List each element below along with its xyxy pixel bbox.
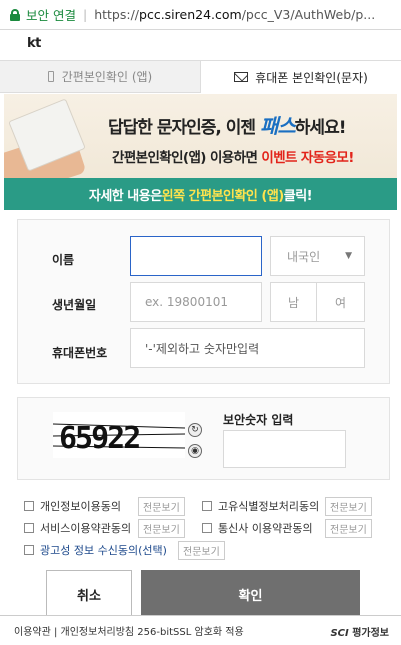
captcha-section: 65922 ↻ ◉ 보안숫자 입력 (17, 397, 390, 480)
footer: 이용약관 | 개인정보처리방침 256-bitSSL 암호화 적용 SCI 평가… (0, 615, 401, 645)
agree-privacy-checkbox[interactable]: 개인정보이용동의 (24, 498, 121, 514)
phone-input[interactable]: '-'제외하고 숫자만입력 (130, 328, 365, 368)
tab-sms-auth-label: 휴대폰 본인확인(문자) (255, 70, 368, 85)
birth-input[interactable]: ex. 19800101 (130, 282, 262, 322)
checkbox-box[interactable] (202, 501, 212, 511)
lock-icon (10, 8, 20, 21)
agree-service-view-button[interactable]: 전문보기 (138, 519, 185, 538)
captcha-image: 65922 (53, 412, 185, 458)
sci-logo: SCI 평가정보 (330, 628, 389, 639)
birth-label: 생년월일 (52, 298, 97, 312)
checkbox-box[interactable] (24, 545, 34, 555)
identity-form: 이름 내국인 ▼ 생년월일 ex. 19800101 남 여 휴대폰번호 '-'… (17, 219, 390, 384)
banner-line3: 자세한 내용은 왼쪽 간편본인확인 (앱) 클릭! (4, 178, 397, 210)
nationality-select[interactable]: 내국인 ▼ (270, 236, 365, 276)
agree-carrier-checkbox[interactable]: 통신사 이용약관동의 (202, 520, 313, 536)
address-separator: | (82, 7, 88, 22)
promo-banner[interactable]: 답답한 문자인증, 이젠 패스하세요! 간편본인확인(앱) 이용하면 이벤트 자… (4, 94, 397, 210)
agree-unique-id-view-button[interactable]: 전문보기 (325, 497, 372, 516)
tab-sms-auth[interactable]: 휴대폰 본인확인(문자) (200, 60, 401, 93)
kt-logo: kt (27, 36, 41, 51)
captcha-code: 65922 (59, 421, 141, 456)
nationality-value: 내국인 (287, 249, 321, 264)
agree-unique-id-checkbox[interactable]: 고유식별정보처리동의 (202, 498, 319, 514)
captcha-label: 보안숫자 입력 (223, 413, 294, 427)
gender-male-label: 남 (287, 295, 300, 310)
checkbox-box[interactable] (24, 501, 34, 511)
chevron-down-icon: ▼ (345, 251, 352, 261)
agree-marketing-label: 광고성 정보 수신동의(선택) (40, 544, 167, 557)
phone-label: 휴대폰번호 (52, 346, 108, 360)
agree-marketing-checkbox[interactable]: 광고성 정보 수신동의(선택) (24, 542, 167, 558)
cancel-button[interactable]: 취소 (46, 570, 132, 618)
name-label: 이름 (52, 253, 75, 267)
auth-tabs: 간편본인확인 (앱) 휴대폰 본인확인(문자) (0, 60, 401, 93)
agree-marketing-view-button[interactable]: 전문보기 (178, 541, 225, 560)
tab-app-auth-label: 간편본인확인 (앱) (61, 70, 153, 84)
agree-privacy-label: 개인정보이용동의 (40, 500, 121, 513)
envelope-icon (234, 72, 249, 82)
agree-service-label: 서비스이용약관동의 (40, 522, 132, 535)
agree-carrier-view-button[interactable]: 전문보기 (325, 519, 372, 538)
phone-icon (47, 71, 54, 82)
checkbox-box[interactable] (202, 523, 212, 533)
agree-unique-id-label: 고유식별정보처리동의 (218, 500, 320, 513)
agree-privacy-view-button[interactable]: 전문보기 (138, 497, 185, 516)
address-bar[interactable]: 보안 연결 | https://pcc.siren24.com/pcc_V3/A… (0, 0, 401, 30)
footer-links[interactable]: 이용약관 | 개인정보처리방침 256-bitSSL 암호화 적용 (14, 623, 244, 638)
banner-line2: 간편본인확인(앱) 이용하면 이벤트 자동응모! (112, 150, 354, 166)
refresh-icon[interactable]: ↻ (188, 423, 202, 437)
captcha-input[interactable] (223, 430, 346, 468)
confirm-button[interactable]: 확인 (141, 570, 360, 618)
gender-female-label: 여 (334, 295, 347, 310)
birth-placeholder: ex. 19800101 (145, 295, 228, 309)
name-input[interactable] (130, 236, 262, 276)
agree-carrier-label: 통신사 이용약관동의 (218, 522, 313, 535)
security-label: 보안 연결 (26, 8, 76, 23)
gender-female-button[interactable]: 여 (316, 282, 365, 322)
audio-icon[interactable]: ◉ (188, 444, 202, 458)
gender-male-button[interactable]: 남 (270, 282, 317, 322)
url-text[interactable]: https://pcc.siren24.com/pcc_V3/AuthWeb/p… (94, 7, 375, 22)
phone-placeholder: '-'제외하고 숫자만입력 (145, 341, 260, 356)
agree-service-checkbox[interactable]: 서비스이용약관동의 (24, 520, 131, 536)
tab-app-auth[interactable]: 간편본인확인 (앱) (0, 60, 200, 93)
checkbox-box[interactable] (24, 523, 34, 533)
banner-line1: 답답한 문자인증, 이젠 패스하세요! (108, 114, 346, 138)
